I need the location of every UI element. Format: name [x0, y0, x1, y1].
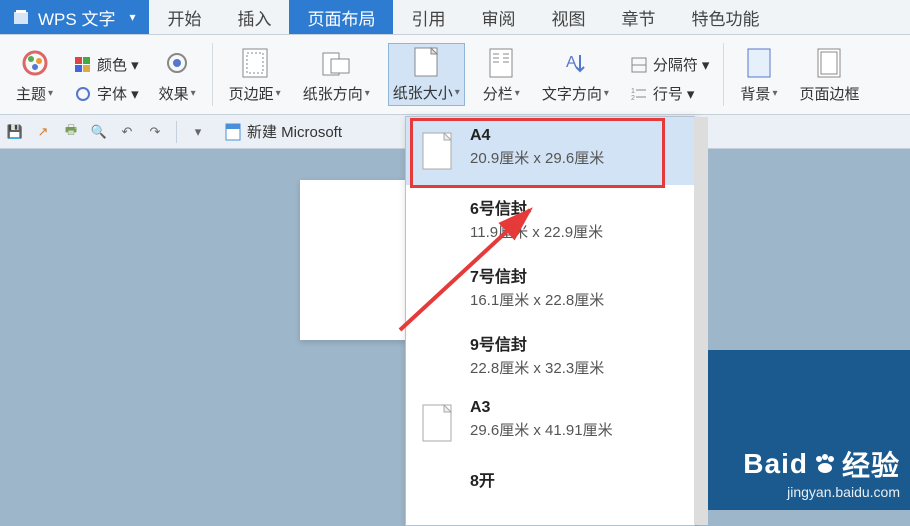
- svg-text:A: A: [566, 54, 577, 71]
- text-direction-icon: A: [559, 47, 591, 79]
- tab-references[interactable]: 引用: [393, 0, 463, 34]
- ribbon: 主题▾ 颜色▾ 字体▾ 效果▾ 页边距▾ 纸张方向▾ 纸张大小▾ 分栏▾ A: [0, 35, 910, 115]
- page-icon: [418, 399, 456, 447]
- svg-text:2: 2: [631, 95, 635, 102]
- linenum-icon: 12: [629, 84, 649, 104]
- margins-button[interactable]: 页边距▾: [225, 45, 285, 106]
- tab-review[interactable]: 审阅: [463, 0, 533, 34]
- margins-icon: [239, 47, 271, 79]
- app-name: WPS 文字: [38, 5, 115, 30]
- tab-home[interactable]: 开始: [149, 0, 219, 34]
- qat-print-icon[interactable]: 🖶: [60, 121, 82, 143]
- qat-save-icon[interactable]: 💾: [4, 121, 26, 143]
- qat-dropdown-icon[interactable]: ▾: [187, 121, 209, 143]
- paper-size-option-env9[interactable]: 9号信封22.8厘米 x 32.3厘米: [406, 321, 694, 389]
- background-icon: [743, 47, 775, 79]
- doc-icon: [225, 123, 241, 141]
- tab-strip: 开始 插入 页面布局 引用 审阅 视图 章节 特色功能: [149, 0, 777, 34]
- document-tab[interactable]: 新建 Microsoft: [215, 121, 352, 142]
- line-numbers-button[interactable]: 12行号▾: [627, 81, 712, 106]
- breaks-button[interactable]: 分隔符▾: [627, 52, 712, 77]
- orientation-button[interactable]: 纸张方向▾: [299, 45, 374, 106]
- columns-button[interactable]: 分栏▾: [479, 45, 524, 106]
- text-direction-button[interactable]: A 文字方向▾: [538, 45, 613, 106]
- paper-size-option-a4[interactable]: A420.9厘米 x 29.6厘米: [406, 117, 694, 185]
- paper-size-option-a3[interactable]: A329.6厘米 x 41.91厘米: [406, 389, 694, 457]
- paper-size-icon: [410, 46, 442, 78]
- qat-undo-icon[interactable]: ↶: [116, 121, 138, 143]
- fonts-icon: [73, 84, 93, 104]
- tab-sections[interactable]: 章节: [603, 0, 673, 34]
- paper-size-option-env7[interactable]: 7号信封16.1厘米 x 22.8厘米: [406, 253, 694, 321]
- dropdown-scrollbar[interactable]: [694, 117, 708, 525]
- paper-size-option-env6[interactable]: 6号信封11.9厘米 x 22.9厘米: [406, 185, 694, 253]
- paper-size-dropdown: A420.9厘米 x 29.6厘米 6号信封11.9厘米 x 22.9厘米 7号…: [405, 116, 695, 526]
- orientation-icon: [320, 47, 352, 79]
- app-badge[interactable]: WPS 文字 ▾: [0, 0, 149, 34]
- fonts-button[interactable]: 字体▾: [71, 81, 141, 106]
- tab-view[interactable]: 视图: [533, 0, 603, 34]
- page-border-button[interactable]: 页面边框: [795, 45, 863, 106]
- app-menu-caret-icon[interactable]: ▾: [123, 10, 141, 24]
- background-button[interactable]: 背景▾: [736, 45, 781, 106]
- tab-pagelayout[interactable]: 页面布局: [289, 0, 393, 34]
- colors-button[interactable]: 颜色▾: [71, 52, 141, 77]
- tab-features[interactable]: 特色功能: [673, 0, 777, 34]
- themes-button[interactable]: 主题▾: [12, 45, 57, 106]
- side-panel: [685, 350, 910, 510]
- qat-separator: [176, 121, 177, 143]
- colors-icon: [73, 55, 93, 75]
- themes-icon: [19, 47, 51, 79]
- paper-size-button[interactable]: 纸张大小▾: [388, 43, 465, 106]
- qat-share-icon[interactable]: ↗: [32, 121, 54, 143]
- columns-icon: [485, 47, 517, 79]
- page-border-icon: [813, 47, 845, 79]
- svg-text:1: 1: [631, 88, 635, 95]
- page-icon: [418, 127, 456, 175]
- app-logo-icon: [12, 8, 30, 26]
- paper-size-option-8k[interactable]: 8开: [406, 457, 694, 525]
- effects-button[interactable]: 效果▾: [155, 45, 200, 106]
- effects-icon: [161, 47, 193, 79]
- qat-preview-icon[interactable]: 🔍: [88, 121, 110, 143]
- tab-insert[interactable]: 插入: [219, 0, 289, 34]
- menu-bar: WPS 文字 ▾ 开始 插入 页面布局 引用 审阅 视图 章节 特色功能: [0, 0, 910, 35]
- breaks-icon: [629, 55, 649, 75]
- qat-redo-icon[interactable]: ↷: [144, 121, 166, 143]
- caret-icon: ▾: [48, 88, 53, 99]
